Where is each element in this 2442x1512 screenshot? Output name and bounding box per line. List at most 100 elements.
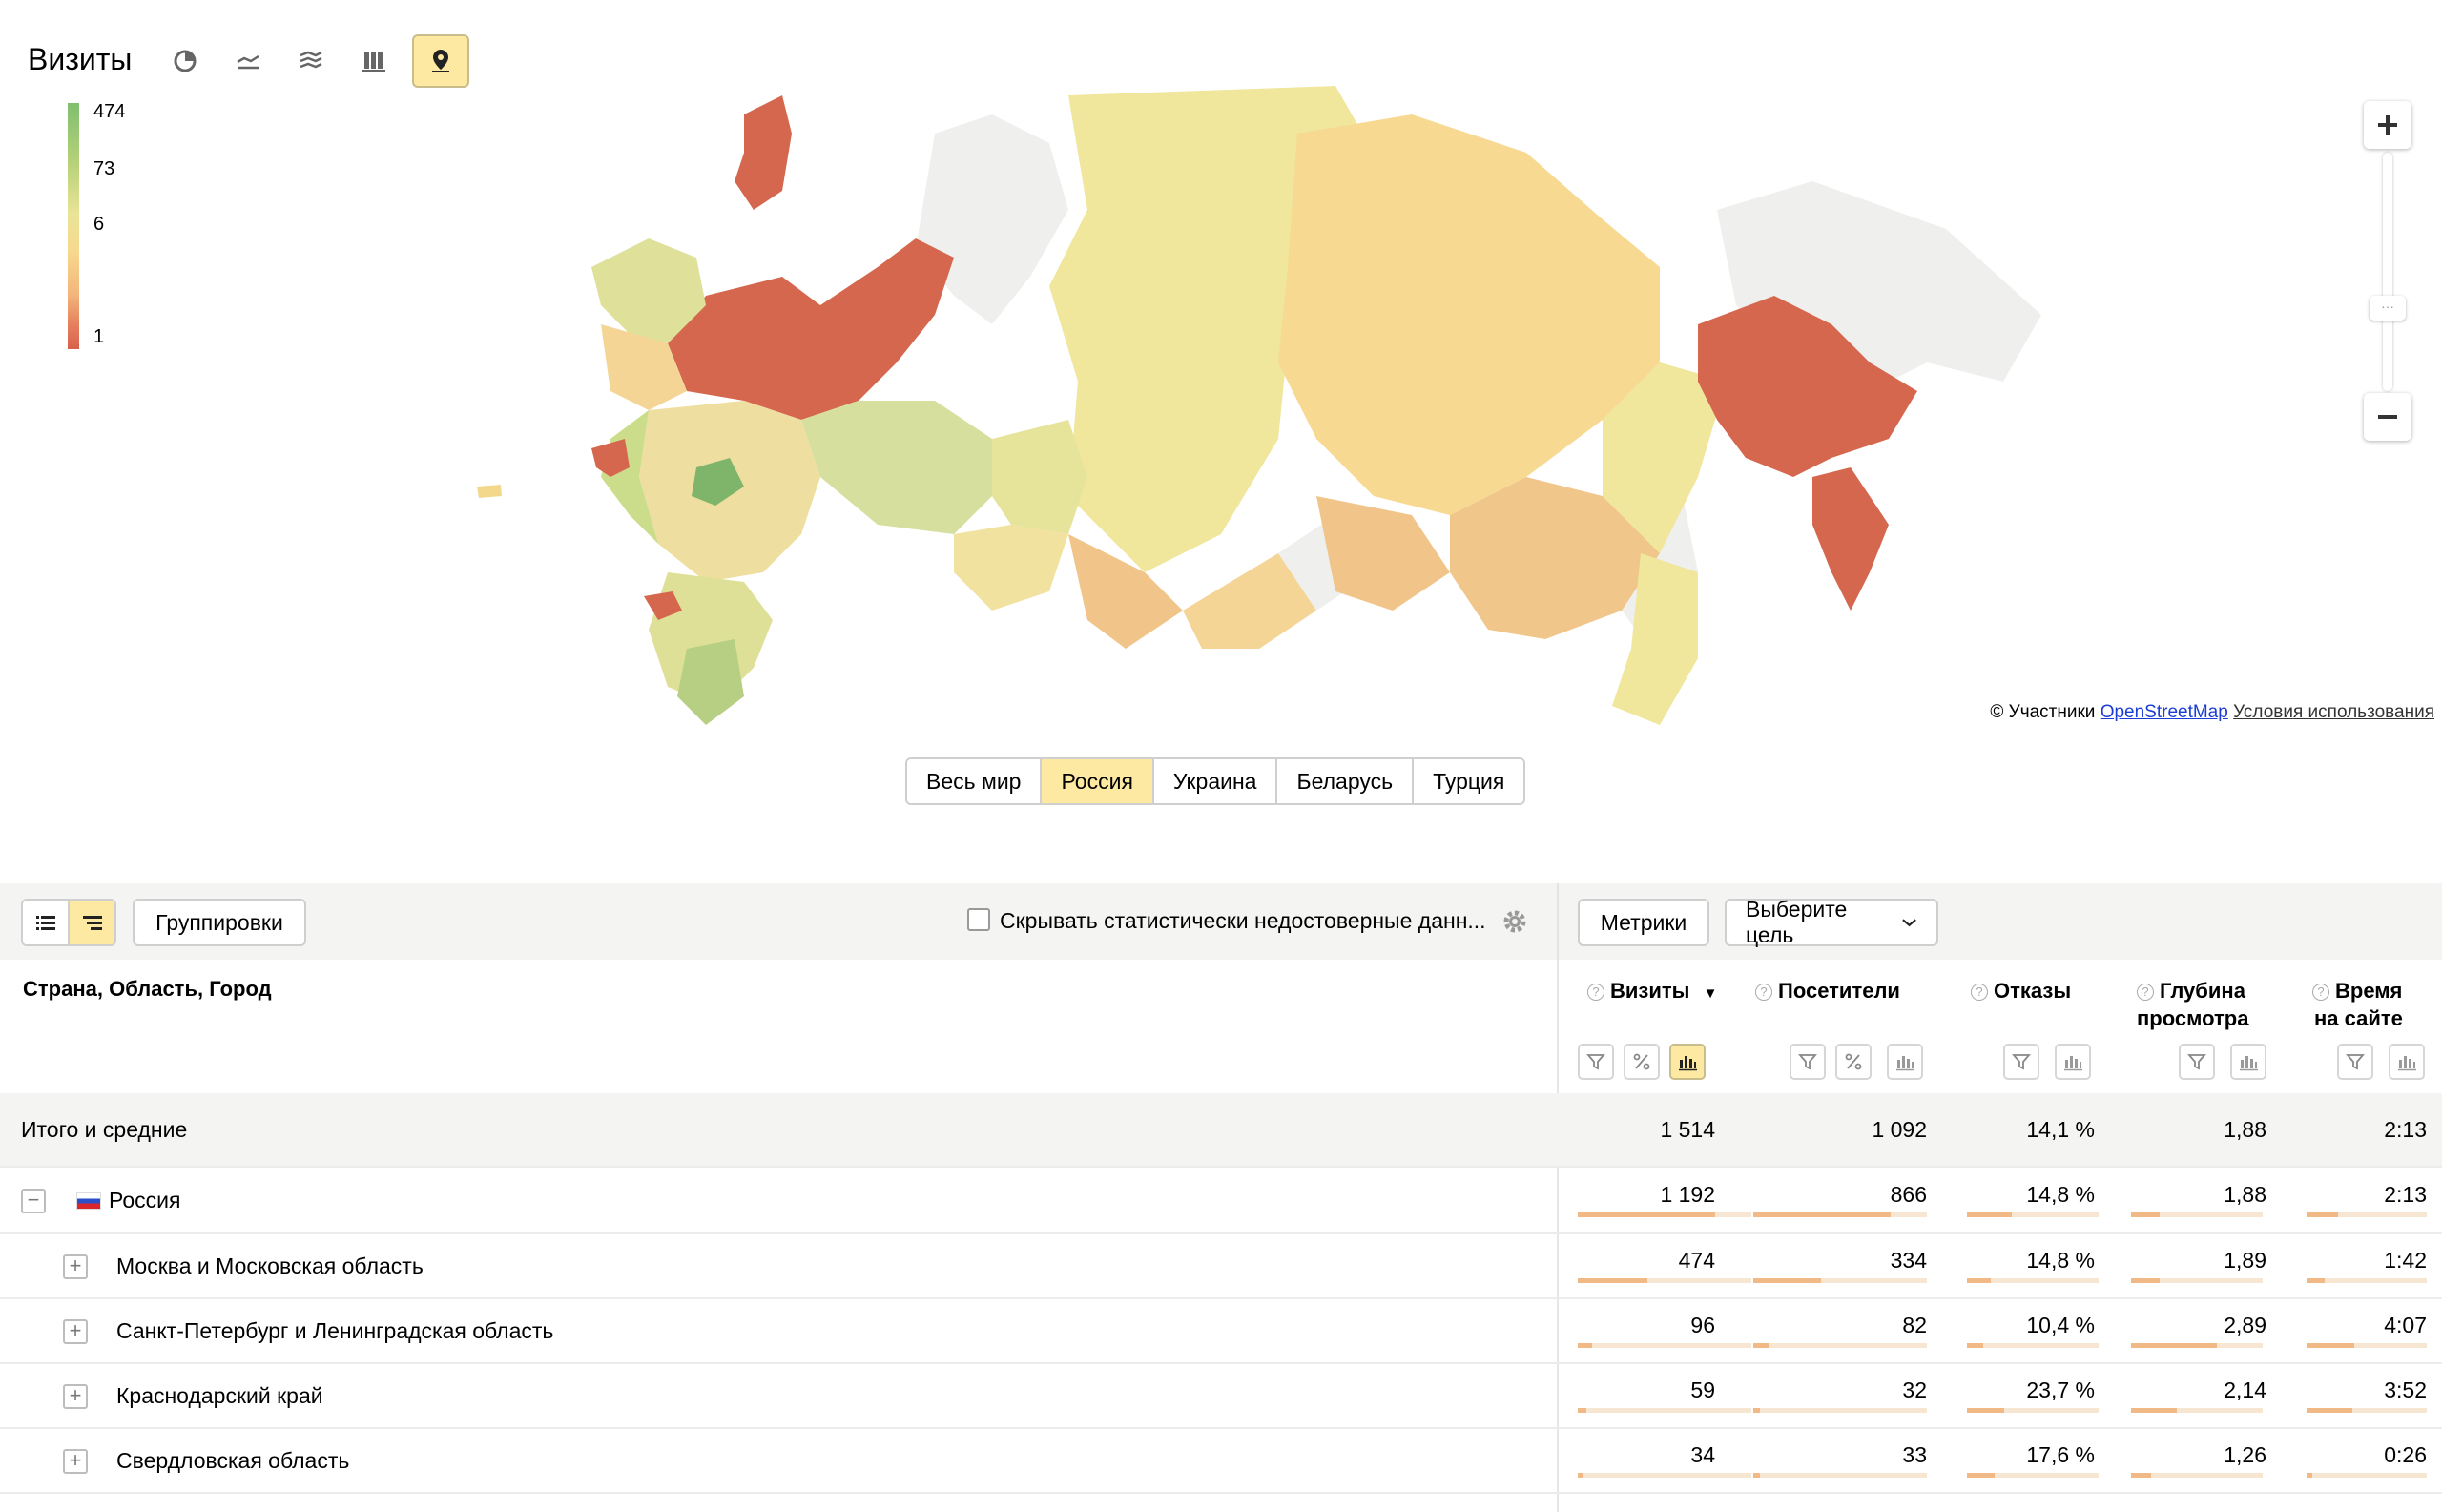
help-icon[interactable]: ? [1755,984,1772,1001]
cell-value: 2,14 [2224,1377,2266,1402]
table-row[interactable]: + Москва и Московская область 474 334 14,8 %… [0,1234,2442,1299]
tree-view-button[interactable] [68,901,114,944]
cell-value: 1,88 [2224,1182,2266,1207]
col-header-time[interactable]: ? Время на сайте [2312,977,2403,1032]
pie-chart-icon [174,50,197,72]
table-row[interactable]: + Краснодарский край 59 32 23,7 % 2,14 3:52 [0,1364,2442,1429]
pie-chart-button[interactable] [156,34,214,88]
cell-value: 2,89 [2224,1313,2266,1337]
col-header-visitors[interactable]: ? Посетители [1755,977,1900,1005]
filter-toggle-button[interactable] [1790,1044,1826,1080]
help-icon[interactable]: ? [2137,984,2154,1001]
share-bar-fill [1753,1278,1821,1283]
goal-select-label: Выберите цель [1746,897,1848,947]
cell-value: 2:13 [2384,1117,2427,1142]
share-bar-fill [2307,1408,2352,1413]
cell-value: 32 [1902,1377,1927,1402]
help-icon[interactable]: ? [1971,984,1988,1001]
osm-link[interactable]: OpenStreetMap [2101,702,2228,722]
cell-value: 1:42 [2384,1248,2427,1273]
share-bar-fill [1967,1278,1991,1283]
legend-max: 474 [93,101,126,122]
share-bar [2131,1473,2263,1478]
dimension-header[interactable]: Страна, Область, Город [23,977,272,1002]
groupings-button[interactable]: Группировки [133,899,306,946]
filter-icon [2346,1054,2365,1070]
region-tab-world[interactable]: Весь мир [907,759,1043,803]
table-row[interactable]: − Россия 1 192 866 14,8 % 1,88 2:13 [0,1168,2442,1234]
bar-chart-button[interactable] [345,34,403,88]
metrics-button[interactable]: Метрики [1578,899,1709,946]
cell-value: 59 [1690,1377,1715,1402]
expand-icon[interactable]: + [63,1449,88,1474]
region-tabs: Весь мир Россия Украина Беларусь Турция [905,757,1526,805]
share-bar [1753,1212,1927,1217]
expand-icon[interactable]: + [63,1319,88,1344]
share-bar-fill [2131,1278,2161,1283]
share-bar [1578,1212,1751,1217]
cell-value: 1 192 [1660,1182,1715,1207]
choropleth-map[interactable] [458,76,2080,744]
share-bar [1967,1212,2099,1217]
share-bar-fill [2307,1473,2313,1478]
bars-icon [2240,1056,2258,1071]
region-tab-russia[interactable]: Россия [1042,759,1154,803]
gear-icon[interactable] [1500,906,1530,937]
collapse-icon[interactable]: − [21,1189,46,1213]
region-tab-belarus[interactable]: Беларусь [1277,759,1415,803]
expand-icon[interactable]: + [63,1384,88,1409]
bars-toggle-button[interactable] [2389,1044,2425,1080]
totals-row[interactable]: Итого и средние 1 514 1 092 14,1 % 1,88 2:13 [0,1093,2442,1168]
region-tab-turkey[interactable]: Турция [1414,759,1524,803]
region-tab-ukraine[interactable]: Украина [1153,759,1278,803]
bars-icon [2398,1056,2416,1071]
expand-icon[interactable]: + [63,1254,88,1279]
filter-toggle-button[interactable] [1578,1044,1614,1080]
share-bar-fill [2307,1343,2355,1348]
terms-link[interactable]: Условия использования [2233,702,2434,722]
share-bar-fill [1753,1343,1769,1348]
share-bar-fill [1967,1473,1995,1478]
bars-toggle-button[interactable] [1669,1044,1706,1080]
share-bar-fill [1578,1408,1587,1413]
goal-select[interactable]: Выберите цель [1725,897,1938,947]
table-row[interactable]: + Свердловская область 34 33 17,6 % 1,26 0:26 [0,1429,2442,1494]
toolbar-separator [1557,883,1559,960]
bars-toggle-button[interactable] [2055,1044,2091,1080]
col-header-visits[interactable]: ? Визиты ▼ [1587,977,1717,1007]
help-icon[interactable]: ? [2312,984,2329,1001]
col-header-bounce[interactable]: ? Отказы [1971,977,2071,1005]
hide-unreliable-checkbox[interactable] [967,908,990,931]
percent-toggle-button[interactable] [1835,1044,1872,1080]
zoom-out-button[interactable] [2364,393,2411,441]
zoom-in-button[interactable] [2364,101,2411,149]
bars-toggle-button[interactable] [1887,1044,1923,1080]
zoom-slider-track[interactable] [2383,153,2392,391]
share-bar-fill [1578,1212,1715,1217]
flat-list-button[interactable] [23,901,68,944]
cell-value: 334 [1890,1248,1927,1273]
share-bar [1967,1473,2099,1478]
percent-icon [1633,1053,1650,1070]
share-bar [1967,1278,2099,1283]
filter-toggle-button[interactable] [2337,1044,2373,1080]
table-row[interactable]: + Санкт-Петербург и Ленинградская область… [0,1299,2442,1364]
col-header-depth[interactable]: ? Глубина просмотра [2137,977,2248,1032]
filter-toggle-button[interactable] [2003,1044,2039,1080]
share-bar [2307,1343,2427,1348]
share-bar-fill [2131,1473,2151,1478]
filter-toggle-button[interactable] [2179,1044,2215,1080]
help-icon[interactable]: ? [1587,984,1604,1001]
zoom-slider-handle[interactable]: ··· [2370,296,2406,321]
area-chart-button[interactable] [282,34,340,88]
bars-toggle-button[interactable] [2230,1044,2266,1080]
share-bar [1753,1473,1927,1478]
col-time-label-2: на сайте [2314,1006,2403,1030]
filter-icon [2012,1054,2031,1070]
line-chart-button[interactable] [219,34,277,88]
row-label: Москва и Московская область [116,1253,424,1278]
percent-toggle-button[interactable] [1624,1044,1660,1080]
row-label: Итого и средние [21,1117,188,1142]
filter-icon [1798,1054,1817,1070]
cell-value: 33 [1902,1442,1927,1467]
